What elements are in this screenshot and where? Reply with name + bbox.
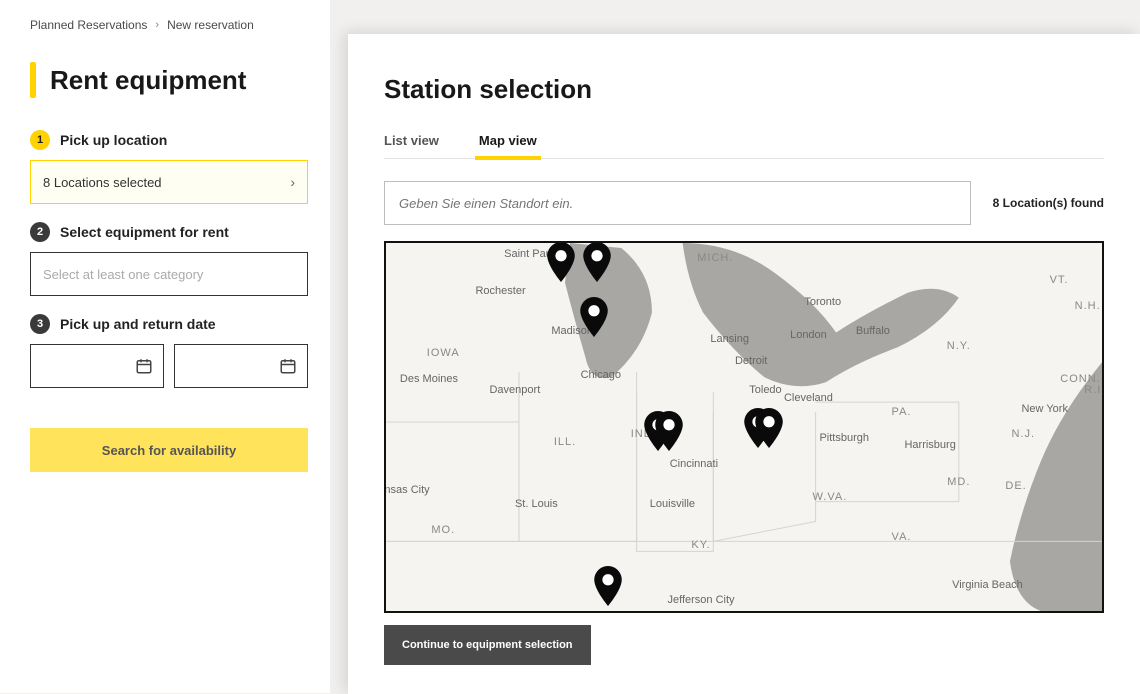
map-state-label: ILL.: [554, 436, 576, 448]
map-city-label: Virginia Beach: [952, 579, 1023, 591]
step-number-1: 1: [30, 130, 50, 150]
map-city-label: Lansing: [710, 333, 749, 345]
map-pin-icon[interactable]: [582, 242, 612, 287]
map-pin-icon[interactable]: [593, 566, 623, 611]
tab-map-view[interactable]: Map view: [479, 133, 537, 158]
equipment-category-select[interactable]: Select at least one category: [30, 252, 308, 296]
equipment-category-placeholder: Select at least one category: [43, 267, 203, 282]
map-city-label: Jefferson City: [668, 594, 735, 606]
map-state-label: PA.: [892, 406, 912, 418]
map-pin-icon[interactable]: [579, 297, 609, 342]
breadcrumb-current: New reservation: [167, 18, 254, 32]
map-city-label: Cleveland: [784, 392, 833, 404]
map-city-label: Buffalo: [856, 325, 890, 337]
map-city-label: Des Moines: [400, 373, 458, 385]
step-title-2: Select equipment for rent: [60, 224, 229, 240]
step-number-2: 2: [30, 222, 50, 242]
tab-list-view[interactable]: List view: [384, 133, 439, 158]
map-city-label: Davenport: [489, 384, 540, 396]
map-state-label: R.I.: [1084, 384, 1104, 396]
map-city-label: Rochester: [475, 285, 525, 297]
map-city-label: Cincinnati: [670, 458, 718, 470]
map-state-label: VT.: [1050, 274, 1069, 286]
map-state-label: N.Y.: [947, 340, 971, 352]
calendar-icon: [135, 357, 153, 375]
map-pin-icon[interactable]: [546, 242, 576, 287]
map-state-label: KY.: [691, 539, 710, 551]
sidebar: Planned Reservations › New reservation R…: [0, 0, 330, 693]
accent-bar: [30, 62, 36, 98]
search-availability-button[interactable]: Search for availability: [30, 428, 308, 472]
step-pickup-location: 1 Pick up location 8 Locations selected …: [30, 130, 308, 204]
map-city-label: Detroit: [735, 355, 767, 367]
page-title: Rent equipment: [50, 65, 246, 96]
map-state-label: N.J.: [1011, 428, 1035, 440]
step-title-1: Pick up location: [60, 132, 167, 148]
map-city-label: London: [790, 329, 827, 341]
map-pin-icon[interactable]: [754, 408, 784, 453]
step-title-3: Pick up and return date: [60, 316, 216, 332]
pickup-date-input[interactable]: [30, 344, 164, 388]
locations-found-text: 8 Location(s) found: [993, 196, 1104, 210]
breadcrumb: Planned Reservations › New reservation: [30, 18, 308, 32]
map-pin-icon[interactable]: [654, 411, 684, 456]
step-number-3: 3: [30, 314, 50, 334]
chevron-right-icon: ›: [155, 19, 159, 31]
step-dates: 3 Pick up and return date: [30, 314, 308, 388]
map-city-label: Chicago: [581, 369, 621, 381]
step-select-equipment: 2 Select equipment for rent Select at le…: [30, 222, 308, 296]
chevron-right-icon: ›: [290, 174, 295, 190]
map-state-label: W.VA.: [813, 491, 848, 503]
calendar-icon: [279, 357, 297, 375]
location-search-input[interactable]: [384, 181, 971, 225]
map-city-label: New York: [1021, 403, 1067, 415]
map-state-label: VA.: [892, 531, 912, 543]
map-container[interactable]: Saint PaulRochesterMadisonChicagoDes Moi…: [384, 241, 1104, 613]
return-date-input[interactable]: [174, 344, 308, 388]
map-state-label: IOWA: [427, 347, 460, 359]
station-selection-panel: Station selection List view Map view 8 L…: [348, 34, 1140, 694]
map-state-label: MD.: [947, 476, 970, 488]
map-state-label: MO.: [431, 524, 455, 536]
map-state-label: MICH.: [697, 252, 733, 264]
view-tabs: List view Map view: [384, 133, 1104, 159]
pickup-location-select[interactable]: 8 Locations selected ›: [30, 160, 308, 204]
page-title-wrap: Rent equipment: [30, 62, 308, 98]
map-city-label: Toledo: [749, 384, 781, 396]
breadcrumb-root[interactable]: Planned Reservations: [30, 18, 147, 32]
main-area: Station selection List view Map view 8 L…: [330, 0, 1140, 693]
panel-title: Station selection: [384, 74, 1104, 105]
map-city-label: Kansas City: [384, 484, 430, 496]
map-city-label: Pittsburgh: [819, 432, 869, 444]
map-city-label: St. Louis: [515, 498, 558, 510]
map-state-label: N.H.: [1075, 300, 1101, 312]
pickup-location-value: 8 Locations selected: [43, 175, 162, 190]
continue-button[interactable]: Continue to equipment selection: [384, 625, 591, 665]
map-city-label: Louisville: [650, 498, 695, 510]
map-city-label: Toronto: [804, 296, 841, 308]
map-city-label: Harrisburg: [904, 439, 955, 451]
map-state-label: DE.: [1005, 480, 1026, 492]
